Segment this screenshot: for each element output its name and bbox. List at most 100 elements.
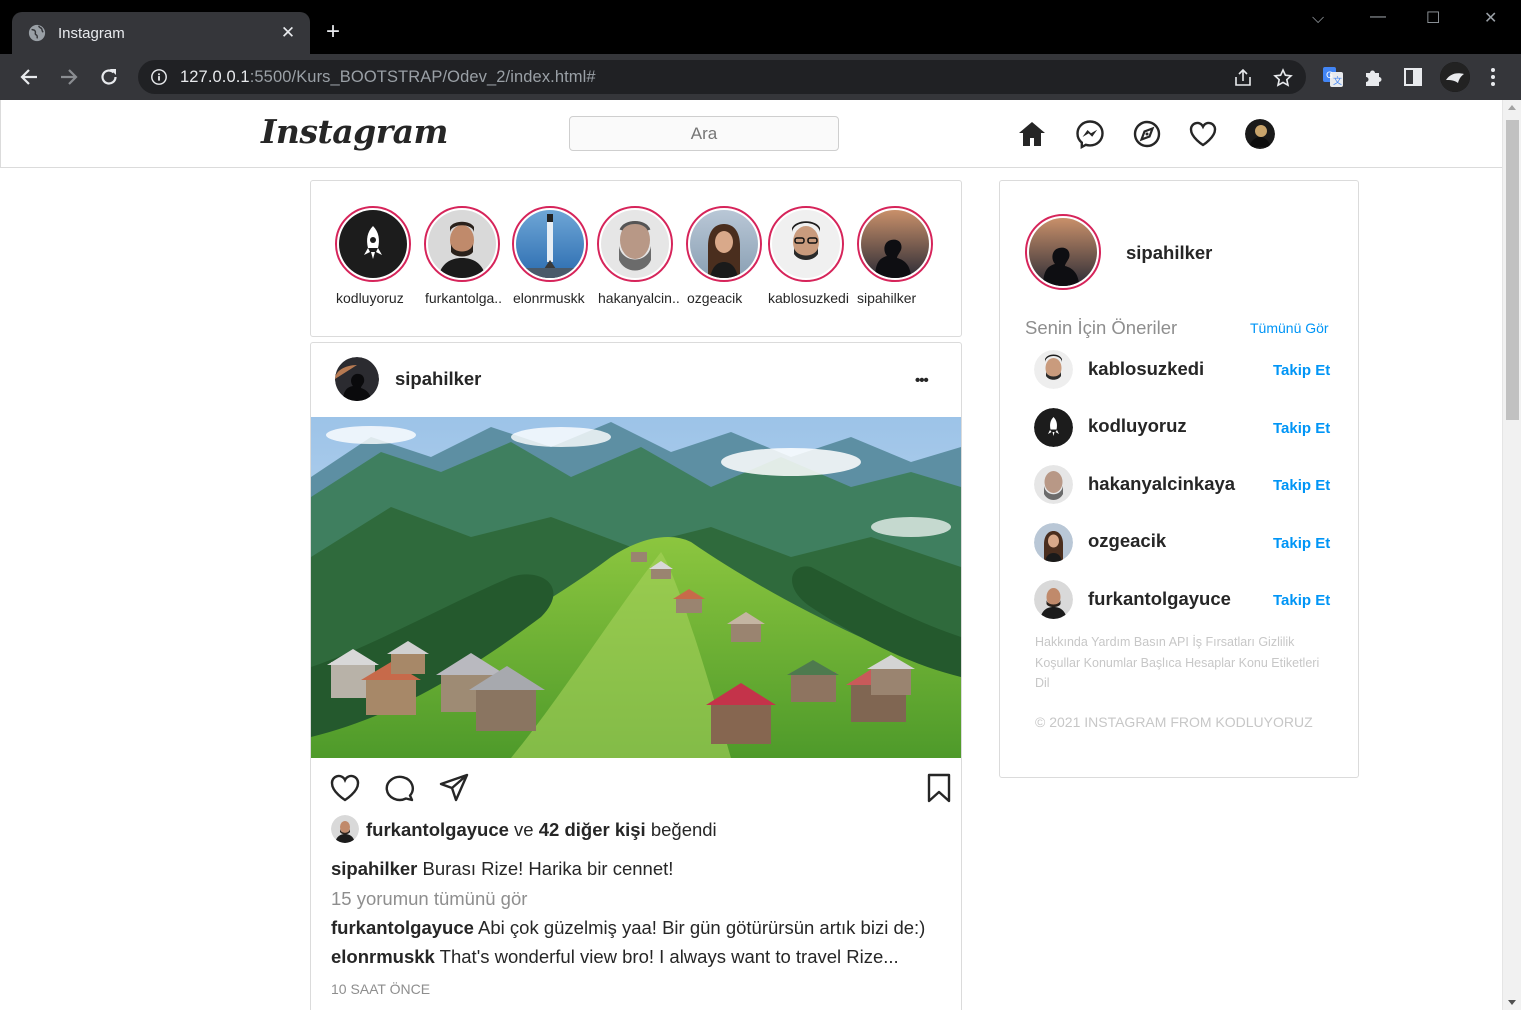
forward-arrow-icon — [61, 69, 78, 85]
browser-profile-avatar[interactable] — [1440, 62, 1470, 92]
liker-avatar[interactable] — [331, 815, 359, 843]
suggestion-name[interactable]: furkantolgayuce — [1088, 588, 1231, 610]
story-name[interactable]: furkantolga.. — [425, 290, 502, 306]
forward-button[interactable] — [56, 64, 82, 90]
suggestion-avatar[interactable] — [1034, 465, 1073, 504]
copyright: © 2021 INSTAGRAM FROM KODLUYORUZ — [1035, 714, 1313, 730]
search-input[interactable] — [569, 116, 839, 151]
globe-icon — [28, 24, 46, 42]
share-icon[interactable] — [1233, 68, 1253, 88]
like-heart-icon[interactable] — [329, 772, 361, 804]
story-name[interactable]: elonrmuskk — [513, 290, 585, 306]
close-window-icon[interactable]: ✕ — [1484, 8, 1497, 28]
tab-title: Instagram — [58, 24, 125, 42]
suggestion-name[interactable]: kablosuzkedi — [1088, 358, 1204, 380]
footer-link[interactable]: Gizlilik — [1258, 635, 1294, 649]
story-avatar[interactable] — [512, 206, 588, 282]
ig-header: Instagram — [0, 100, 1502, 168]
comment: furkantolgayuce Abi çok güzelmiş yaa! Bi… — [331, 917, 925, 939]
suggestion-avatar[interactable] — [1034, 523, 1073, 562]
reload-button[interactable] — [96, 64, 122, 90]
save-bookmark-icon[interactable] — [924, 772, 954, 804]
suggestion-name[interactable]: hakanyalcinkaya — [1088, 473, 1235, 495]
suggestion-avatar[interactable] — [1034, 580, 1073, 619]
comment-icon[interactable] — [383, 772, 415, 804]
likes-count[interactable]: 42 diğer kişi — [539, 819, 646, 840]
site-info-icon[interactable] — [150, 68, 168, 86]
comment-username[interactable]: furkantolgayuce — [331, 917, 474, 938]
page-scrollbar[interactable] — [1502, 100, 1521, 1010]
instagram-logo[interactable]: Instagram — [261, 112, 448, 151]
footer-link[interactable]: Yardım — [1091, 635, 1130, 649]
scroll-up-arrow-icon[interactable] — [1508, 105, 1516, 110]
maximize-icon[interactable]: ☐ — [1426, 8, 1440, 28]
browser-tab[interactable]: Instagram ✕ — [12, 12, 310, 54]
comment-username[interactable]: elonrmuskk — [331, 946, 435, 967]
tab-close-icon[interactable]: ✕ — [278, 23, 298, 43]
home-icon[interactable] — [1017, 119, 1047, 149]
bookmark-star-icon[interactable] — [1273, 68, 1293, 88]
likes-suffix: beğendi — [650, 819, 717, 840]
messenger-icon[interactable] — [1075, 119, 1105, 149]
more-options-icon[interactable]: ••• — [915, 372, 929, 389]
footer-link[interactable]: Dil — [1035, 676, 1050, 690]
browser-menu-icon[interactable] — [1482, 66, 1504, 88]
footer-link[interactable]: Koşullar — [1035, 656, 1080, 670]
suggestion-avatar[interactable] — [1034, 350, 1073, 389]
new-tab-button[interactable]: + — [326, 20, 340, 44]
sidebar-profile-avatar[interactable] — [1025, 214, 1101, 290]
story-avatar[interactable] — [597, 206, 673, 282]
scroll-down-arrow-icon[interactable] — [1508, 1000, 1516, 1005]
footer-link[interactable]: Başlıca Hesaplar — [1141, 656, 1236, 670]
footer-link[interactable]: Konumlar — [1084, 656, 1138, 670]
browser-titlebar: Instagram ✕ + ⌵ — ☐ ✕ — [0, 0, 1521, 54]
post-image[interactable] — [311, 417, 961, 758]
suggestion-name[interactable]: ozgeacik — [1088, 530, 1166, 552]
footer-link[interactable]: Konu Etiketleri — [1239, 656, 1320, 670]
address-bar[interactable]: 127.0.0.1:5500/Kurs_BOOTSTRAP/Odev_2/ind… — [138, 60, 1306, 94]
comment-text: That's wonderful view bro! I always want… — [439, 946, 899, 967]
follow-button[interactable]: Takip Et — [1273, 362, 1330, 379]
post-caption: sipahilker Burası Rize! Harika bir cenne… — [331, 858, 673, 880]
scrollbar-thumb[interactable] — [1506, 120, 1519, 420]
story-name[interactable]: kodluyoruz — [336, 290, 404, 306]
sidebar-profile-name[interactable]: sipahilker — [1126, 242, 1212, 264]
extensions-puzzle-icon[interactable] — [1362, 66, 1384, 88]
side-panel-icon[interactable] — [1402, 66, 1424, 88]
follow-button[interactable]: Takip Et — [1273, 420, 1330, 437]
share-send-icon[interactable] — [438, 772, 470, 804]
story-name[interactable]: ozgeacik — [687, 290, 742, 306]
story-avatar[interactable] — [424, 206, 500, 282]
follow-button[interactable]: Takip Et — [1273, 477, 1330, 494]
back-button[interactable] — [16, 64, 42, 90]
footer-link[interactable]: Hakkında — [1035, 635, 1088, 649]
story-avatar[interactable] — [857, 206, 933, 282]
post-author-avatar[interactable] — [335, 357, 379, 401]
story-name[interactable]: sipahilker — [857, 290, 916, 306]
story-avatar[interactable] — [335, 206, 411, 282]
story-avatar[interactable] — [768, 206, 844, 282]
post-timestamp: 10 SAAT ÖNCE — [331, 981, 431, 997]
story-name[interactable]: kablosuzkedi — [768, 290, 849, 306]
heart-icon[interactable] — [1188, 119, 1218, 149]
liker-username[interactable]: furkantolgayuce — [366, 819, 509, 840]
view-all-comments-link[interactable]: 15 yorumun tümünü gör — [331, 888, 527, 910]
browser-toolbar: 127.0.0.1:5500/Kurs_BOOTSTRAP/Odev_2/ind… — [0, 54, 1521, 100]
footer-link[interactable]: API — [1169, 635, 1189, 649]
minimize-icon[interactable]: — — [1370, 8, 1386, 26]
footer-link[interactable]: Basın — [1134, 635, 1166, 649]
story-name[interactable]: hakanyalcin.. — [598, 290, 680, 306]
post-author-name[interactable]: sipahilker — [395, 368, 481, 390]
see-all-link[interactable]: Tümünü Gör — [1250, 320, 1329, 336]
explore-compass-icon[interactable] — [1132, 119, 1162, 149]
footer-link[interactable]: İş Fırsatları — [1192, 635, 1255, 649]
profile-avatar[interactable] — [1245, 119, 1275, 149]
caption-username[interactable]: sipahilker — [331, 858, 417, 879]
follow-button[interactable]: Takip Et — [1273, 592, 1330, 609]
tab-search-icon[interactable]: ⌵ — [1312, 10, 1324, 28]
suggestion-avatar[interactable] — [1034, 408, 1073, 447]
suggestion-name[interactable]: kodluyoruz — [1088, 415, 1187, 437]
follow-button[interactable]: Takip Et — [1273, 535, 1330, 552]
story-avatar[interactable] — [686, 206, 762, 282]
google-translate-icon[interactable]: G文 — [1322, 66, 1344, 88]
